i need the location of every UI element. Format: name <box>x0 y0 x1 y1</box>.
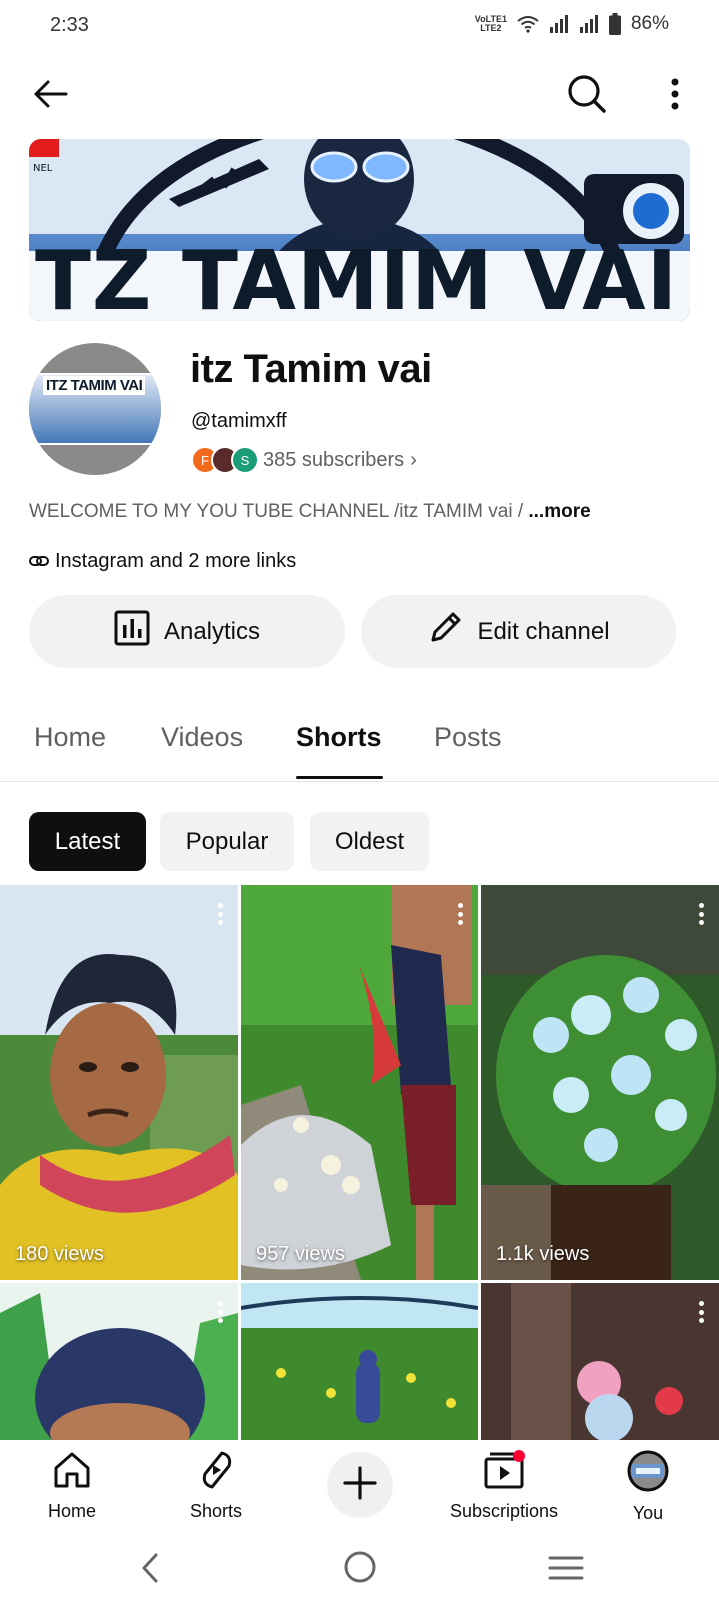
nav-subscriptions-label: Subscriptions <box>449 1501 559 1521</box>
active-tab-indicator <box>296 776 383 779</box>
analytics-button[interactable]: Analytics <box>29 595 345 668</box>
battery-icon <box>608 13 621 35</box>
analytics-icon <box>114 610 150 653</box>
more-vert-icon[interactable] <box>218 903 224 925</box>
short-views: 1.1k views <box>496 1243 590 1265</box>
system-navigation-bar <box>0 1532 719 1600</box>
channel-banner[interactable]: NEL TZ TAMIM VAI <box>29 139 690 321</box>
nav-you[interactable]: You <box>578 1450 718 1524</box>
pencil-icon <box>427 610 463 653</box>
more-vert-icon[interactable] <box>699 1301 705 1323</box>
short-image <box>0 885 238 1280</box>
shorts-icon <box>196 1450 236 1495</box>
home-icon <box>52 1450 92 1495</box>
short-image <box>241 885 478 1280</box>
channel-handle: @tamimxff <box>191 410 287 432</box>
profile-avatar-icon <box>627 1450 669 1497</box>
nav-home-label: Home <box>47 1501 96 1521</box>
subscriber-avatar: S <box>231 446 259 474</box>
edit-channel-button[interactable]: Edit channel <box>361 595 676 668</box>
status-bar: 2:33 VoLTE1 LTE2 86% <box>0 0 719 52</box>
system-recents-icon[interactable] <box>548 1554 584 1587</box>
short-image <box>481 1283 719 1440</box>
tab-videos[interactable]: Videos <box>161 722 243 753</box>
status-icons: VoLTE1 LTE2 86% <box>475 13 669 35</box>
nav-shorts-label: Shorts <box>189 1501 243 1521</box>
nav-subscriptions[interactable]: Subscriptions <box>434 1450 574 1522</box>
edit-channel-label: Edit channel <box>477 617 610 645</box>
nav-home[interactable]: Home <box>2 1450 142 1522</box>
channel-description[interactable]: WELCOME TO MY YOU TUBE CHANNEL /itz TAMI… <box>29 501 591 523</box>
status-time: 2:33 <box>50 14 89 36</box>
system-back-icon[interactable] <box>138 1552 162 1589</box>
tab-home[interactable]: Home <box>34 722 106 753</box>
volte-icon: VoLTE1 LTE2 <box>474 14 507 33</box>
short-thumbnail[interactable]: 180 views <box>0 885 238 1280</box>
more-vert-icon[interactable] <box>218 1301 224 1323</box>
battery-percent: 86% <box>630 13 669 34</box>
short-thumbnail[interactable]: 1.1k views <box>481 885 719 1280</box>
channel-tabs: Home Videos Shorts Posts <box>0 696 719 782</box>
short-thumbnail[interactable] <box>481 1283 719 1440</box>
links-text: Instagram and 2 more links <box>55 550 297 572</box>
chip-popular[interactable]: Popular <box>160 812 294 871</box>
short-image <box>481 885 719 1280</box>
description-more[interactable]: ...more <box>528 501 590 522</box>
svg-text:NEL: NEL <box>33 163 53 174</box>
subscriptions-icon <box>482 1450 526 1495</box>
subscriber-avatars: F S <box>191 444 263 476</box>
signal-icon <box>549 15 569 33</box>
search-icon[interactable] <box>563 70 611 118</box>
avatar-text: ITZ TAMIM VAI <box>43 376 146 395</box>
chevron-right-icon: › <box>410 448 417 471</box>
banner-title: TZ TAMIM VAI <box>35 234 679 321</box>
wifi-icon <box>517 15 539 33</box>
more-vert-icon[interactable] <box>651 70 699 118</box>
back-arrow-icon[interactable] <box>27 70 75 118</box>
system-home-icon[interactable] <box>343 1550 377 1589</box>
more-vert-icon[interactable] <box>458 903 464 925</box>
short-thumbnail[interactable] <box>241 1283 478 1440</box>
link-icon <box>29 550 49 573</box>
chip-oldest[interactable]: Oldest <box>310 812 429 871</box>
nav-shorts[interactable]: Shorts <box>146 1450 286 1522</box>
subscribers-row[interactable]: F S 385 subscribers › <box>191 443 417 477</box>
short-image <box>0 1283 238 1440</box>
short-views: 180 views <box>15 1243 104 1265</box>
channel-avatar[interactable]: ITZ TAMIM VAI <box>29 343 161 475</box>
short-thumbnail[interactable]: 957 views <box>241 885 478 1280</box>
bottom-navigation: Home Shorts Subscriptions You <box>0 1440 719 1532</box>
plus-icon <box>343 1465 377 1505</box>
description-text: WELCOME TO MY YOU TUBE CHANNEL /itz TAMI… <box>29 501 529 522</box>
short-image <box>241 1283 478 1440</box>
signal-icon <box>579 15 599 33</box>
channel-links[interactable]: Instagram and 2 more links <box>29 550 296 573</box>
short-views: 957 views <box>256 1243 345 1265</box>
tab-shorts[interactable]: Shorts <box>296 722 382 753</box>
short-thumbnail[interactable] <box>0 1283 238 1440</box>
tab-posts[interactable]: Posts <box>434 722 502 753</box>
analytics-label: Analytics <box>163 617 261 645</box>
more-vert-icon[interactable] <box>699 903 705 925</box>
create-button[interactable] <box>327 1452 393 1518</box>
nav-you-label: You <box>632 1503 664 1523</box>
top-app-bar <box>0 62 719 126</box>
chip-latest[interactable]: Latest <box>29 812 146 871</box>
shorts-grid: 180 views 957 views 1.1k views <box>0 885 719 1440</box>
subscriber-count: 385 subscribers <box>263 448 405 471</box>
channel-name: itz Tamim vai <box>190 347 432 391</box>
